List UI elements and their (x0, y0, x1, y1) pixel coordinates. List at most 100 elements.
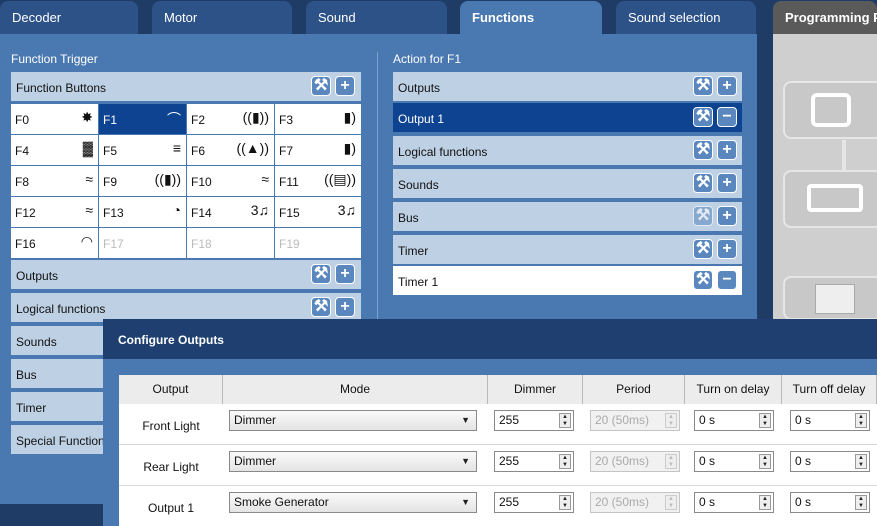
function-icon: ▮) (343, 140, 356, 156)
wrench-icon[interactable]: ⚒ (693, 239, 713, 259)
right-bar-sounds[interactable]: Sounds ⚒ + (393, 169, 742, 200)
function-button-f16[interactable]: F16 ◠ (11, 228, 98, 258)
decoder-tile[interactable] (783, 276, 877, 320)
dialog-header: Configure Outputs (103, 319, 877, 359)
chevron-down-icon: ▼ (461, 456, 470, 466)
turn-on-delay-spinbox[interactable]: 0 s ▲ ▼ (694, 410, 774, 431)
function-button-f2[interactable]: F2 ((▮)) (187, 104, 274, 134)
spin-arrows-icon[interactable]: ▲ ▼ (759, 495, 771, 510)
turn-on-delay-spinbox[interactable]: 0 s ▲ ▼ (694, 451, 774, 472)
left-bar-sounds[interactable]: Sounds (11, 326, 103, 357)
spin-arrows-icon[interactable]: ▲ ▼ (855, 454, 867, 469)
left-bar-timer[interactable]: Timer (11, 392, 103, 423)
right-bar-bus[interactable]: Bus ⚒ + (393, 202, 742, 233)
decoder-icon (815, 284, 855, 314)
wrench-icon[interactable]: ⚒ (311, 264, 331, 284)
spinbox-value: 0 s (699, 495, 716, 509)
plus-icon[interactable]: + (717, 76, 737, 96)
spin-arrows-icon[interactable]: ▲ ▼ (559, 454, 571, 469)
function-button-f5[interactable]: F5 ≡ (99, 135, 186, 165)
plus-icon[interactable]: + (335, 264, 355, 284)
wrench-icon[interactable]: ⚒ (693, 173, 713, 193)
tab-functions[interactable]: Functions (460, 1, 602, 34)
plus-icon[interactable]: + (335, 297, 355, 317)
function-button-f15[interactable]: F15 3♫ (275, 197, 361, 227)
mode-select[interactable]: Dimmer ▼ (229, 451, 477, 472)
function-icon: ≈ (85, 202, 93, 218)
dimmer-spinbox[interactable]: 255 ▲ ▼ (494, 410, 574, 431)
spin-arrows-icon[interactable]: ▲ ▼ (759, 454, 771, 469)
wrench-icon[interactable]: ⚒ (693, 107, 713, 127)
tab-sound-selection[interactable]: Sound selection (616, 1, 756, 34)
right-bar-outputs[interactable]: Outputs ⚒ + (393, 72, 742, 103)
tab-sound[interactable]: Sound (306, 1, 447, 34)
minus-icon[interactable]: − (717, 270, 737, 290)
tab-motor[interactable]: Motor (152, 1, 292, 34)
wrench-icon[interactable]: ⚒ (693, 270, 713, 290)
wrench-icon[interactable]: ⚒ (693, 76, 713, 96)
tab-bar: Decoder Motor Sound Functions Sound sele… (0, 0, 877, 34)
function-button-f8[interactable]: F8 ≈ (11, 166, 98, 196)
spin-arrows-icon[interactable]: ▲ ▼ (759, 413, 771, 428)
programmer-tile[interactable] (783, 81, 877, 139)
right-bar-output-1[interactable]: Output 1 ⚒ − (393, 103, 742, 134)
function-button-f3[interactable]: F3 ▮) (275, 104, 361, 134)
turn-off-delay-spinbox[interactable]: 0 s ▲ ▼ (790, 451, 870, 472)
bar-label: Bus (16, 368, 37, 382)
wrench-icon[interactable]: ⚒ (693, 140, 713, 160)
function-button-f9[interactable]: F9 ((▮)) (99, 166, 186, 196)
wrench-icon[interactable]: ⚒ (311, 76, 331, 96)
function-button-f14[interactable]: F14 3♫ (187, 197, 274, 227)
function-label: F10 (191, 175, 212, 189)
mode-select[interactable]: Smoke Generator ▼ (229, 492, 477, 513)
function-button-f4[interactable]: F4 ▓ (11, 135, 98, 165)
function-button-f7[interactable]: F7 ▮) (275, 135, 361, 165)
dimmer-spinbox[interactable]: 255 ▲ ▼ (494, 451, 574, 472)
left-bar-outputs[interactable]: Outputs ⚒ + (11, 260, 361, 291)
locomotive-tile[interactable] (783, 170, 877, 228)
tab-programming[interactable]: Programming Pa (773, 1, 877, 34)
right-bar-timer[interactable]: Timer ⚒ + (393, 235, 742, 266)
right-bar-logical-functions[interactable]: Logical functions ⚒ + (393, 136, 742, 167)
function-button-f10[interactable]: F10 ≈ (187, 166, 274, 196)
header-output: Output (119, 375, 223, 404)
tab-decoder[interactable]: Decoder (0, 1, 138, 34)
plus-icon[interactable]: + (335, 76, 355, 96)
function-button-f1[interactable]: F1 ⌒ (99, 104, 186, 134)
spin-arrows-icon[interactable]: ▲ ▼ (559, 495, 571, 510)
function-button-f13[interactable]: F13 ◔ (99, 197, 186, 227)
turn-on-delay-spinbox[interactable]: 0 s ▲ ▼ (694, 492, 774, 513)
plus-icon[interactable]: + (717, 140, 737, 160)
minus-icon[interactable]: − (717, 107, 737, 127)
bar-label: Bus (398, 211, 419, 225)
left-bar-special-functions[interactable]: Special Functions (11, 425, 103, 456)
bar-label: Outputs (398, 81, 441, 95)
function-button-f12[interactable]: F12 ≈ (11, 197, 98, 227)
function-button-f6[interactable]: F6 ((▲)) (187, 135, 274, 165)
chevron-down-icon: ▼ (461, 497, 470, 507)
function-button-f11[interactable]: F11 ((▤)) (275, 166, 361, 196)
function-buttons-label: Function Buttons (16, 81, 107, 95)
row-separator (119, 485, 877, 486)
panel-divider (377, 52, 378, 319)
function-icon: ▮) (343, 109, 356, 125)
turn-off-delay-spinbox[interactable]: 0 s ▲ ▼ (790, 410, 870, 431)
spin-arrows-icon[interactable]: ▲ ▼ (855, 413, 867, 428)
plus-icon[interactable]: + (717, 173, 737, 193)
spinbox-value: 20 (50ms) (595, 454, 650, 468)
wrench-icon[interactable]: ⚒ (693, 206, 713, 226)
right-bar-timer-1[interactable]: Timer 1 ⚒ − (393, 266, 742, 297)
mode-select[interactable]: Dimmer ▼ (229, 410, 477, 431)
plus-icon[interactable]: + (717, 239, 737, 259)
left-bar-bus[interactable]: Bus (11, 359, 103, 390)
function-button-f0[interactable]: F0 ✸ (11, 104, 98, 134)
mode-value: Smoke Generator (234, 495, 329, 509)
spinbox-value: 0 s (795, 413, 812, 427)
spin-arrows-icon[interactable]: ▲ ▼ (559, 413, 571, 428)
spinbox-value: 20 (50ms) (595, 413, 650, 427)
spin-arrows-icon[interactable]: ▲ ▼ (855, 495, 867, 510)
dimmer-spinbox[interactable]: 255 ▲ ▼ (494, 492, 574, 513)
plus-icon[interactable]: + (717, 206, 737, 226)
turn-off-delay-spinbox[interactable]: 0 s ▲ ▼ (790, 492, 870, 513)
wrench-icon[interactable]: ⚒ (311, 297, 331, 317)
